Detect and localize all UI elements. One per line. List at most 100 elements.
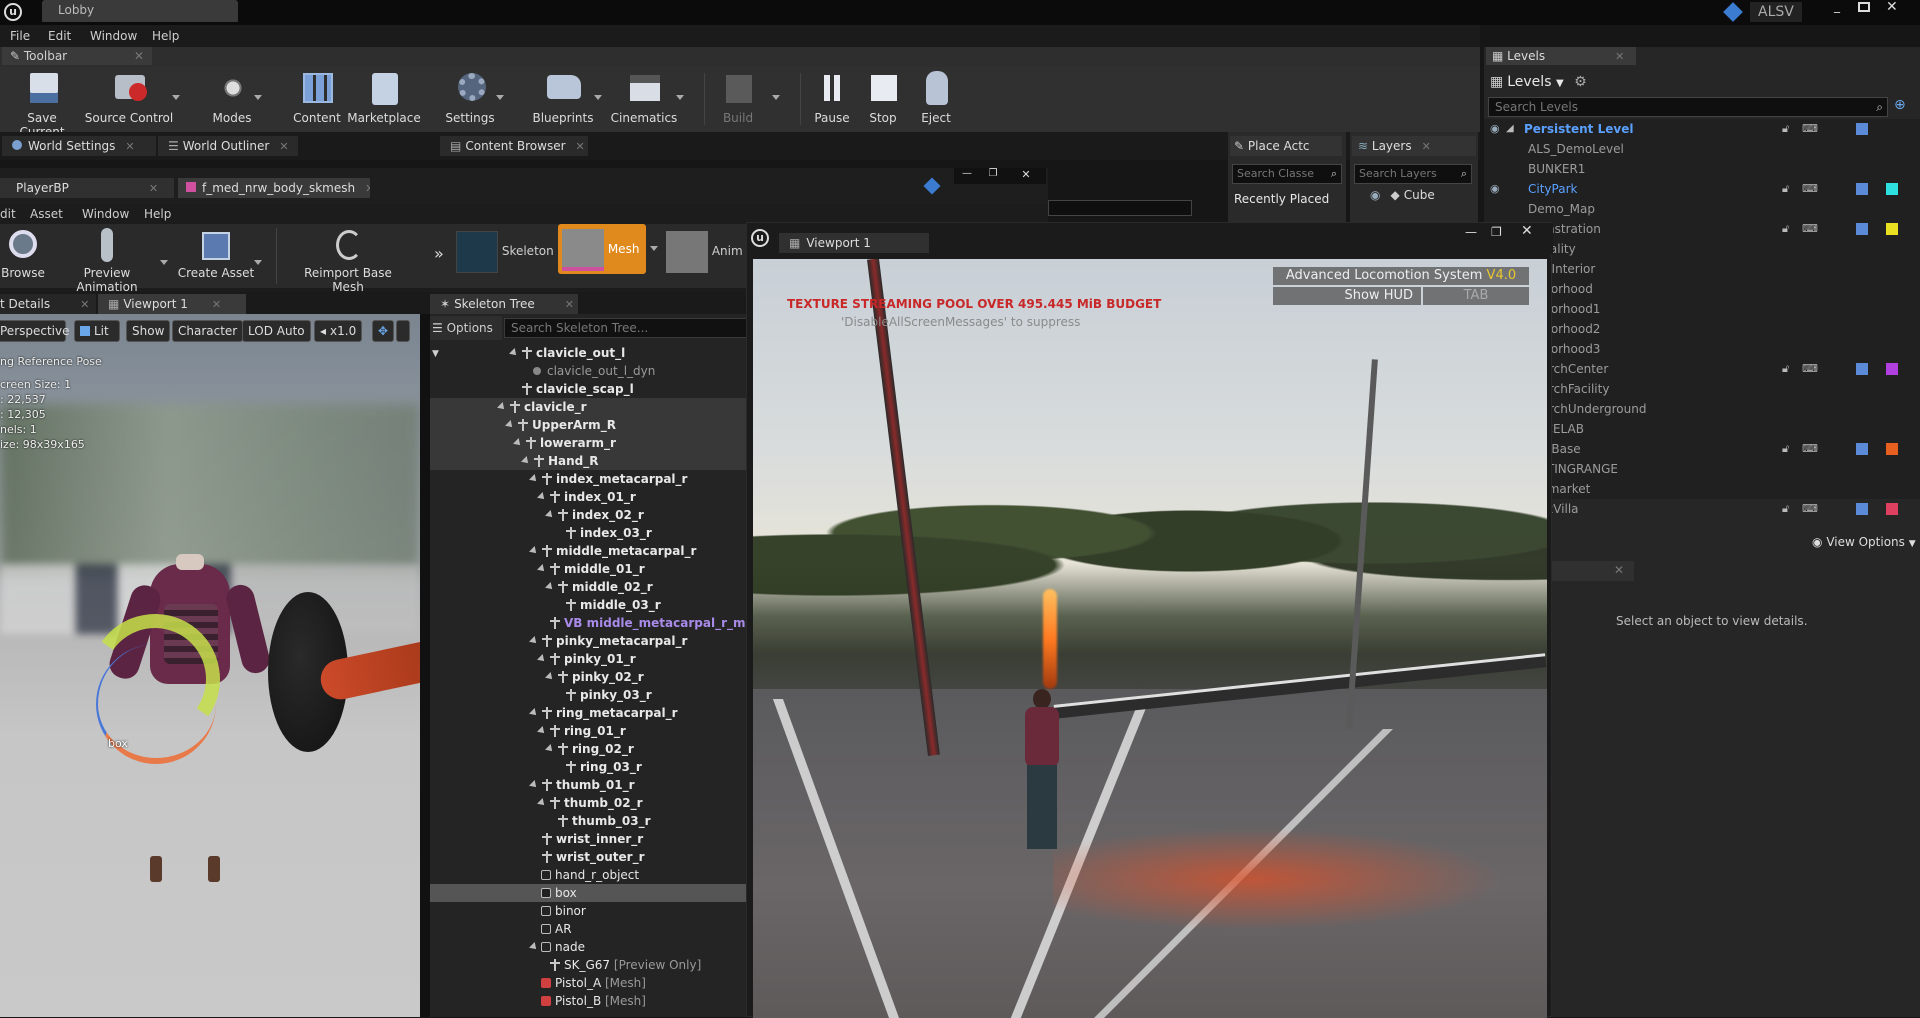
add-level-icon[interactable]: ⊕ — [1894, 97, 1906, 113]
level-color-swatch[interactable] — [1886, 443, 1898, 455]
view-options-button[interactable]: ◉ View Options ▼ — [1812, 535, 1916, 549]
tab-levels[interactable]: ▦ Levels ✕ — [1486, 47, 1636, 65]
skeleton-row[interactable]: nade — [430, 938, 746, 956]
close-icon[interactable]: ✕ — [1422, 140, 1431, 153]
close-icon[interactable]: ✕ — [80, 298, 89, 311]
gamepad-icon[interactable]: ⌨ — [1802, 219, 1818, 239]
skeleton-row[interactable]: index_03_r — [430, 524, 746, 542]
close-icon[interactable]: ✕ — [576, 140, 585, 153]
window-tab[interactable]: Lobby — [42, 0, 238, 22]
skeleton-row[interactable]: pinky_metacarpal_r — [430, 632, 746, 650]
perspective-button[interactable]: Perspective — [0, 320, 70, 342]
close-icon[interactable]: ✕ — [279, 140, 288, 153]
skeleton-row[interactable]: binor — [430, 902, 746, 920]
stop-button[interactable]: Stop — [858, 67, 908, 125]
skeleton-row[interactable]: clavicle_out_l — [430, 344, 746, 362]
panel-splitter[interactable] — [420, 314, 430, 1017]
skeleton-row[interactable]: SK_G67 [Preview Only] — [430, 956, 746, 974]
menu-window[interactable]: Window — [90, 29, 137, 43]
modes-dropdown[interactable] — [254, 95, 262, 100]
level-row[interactable]: ◉ ◢ Persistent Level 🔓︎ ⌨ — [1484, 119, 1920, 139]
recently-placed-label[interactable]: Recently Placed — [1234, 192, 1329, 206]
levels-search[interactable]: Search Levels ⌕ — [1488, 97, 1888, 117]
skeleton-row[interactable]: thumb_03_r — [430, 812, 746, 830]
marketplace-button[interactable]: Marketplace — [346, 67, 422, 125]
build-button[interactable]: Build — [710, 67, 766, 125]
maximize-button[interactable]: ❐ — [1491, 225, 1502, 239]
gamepad-icon[interactable]: ⌨ — [1802, 359, 1818, 379]
save-icon[interactable] — [1856, 503, 1868, 515]
create-asset-dropdown[interactable] — [254, 260, 262, 265]
close-icon[interactable]: ✕ — [365, 182, 370, 195]
eject-button[interactable]: Eject — [910, 67, 962, 125]
skeleton-row[interactable]: clavicle_out_l_dyn — [430, 362, 746, 380]
close-icon[interactable]: ✕ — [212, 298, 221, 311]
build-dropdown[interactable] — [772, 95, 780, 100]
expand-arrow-icon[interactable] — [537, 726, 547, 736]
modes-button[interactable]: Modes — [204, 67, 260, 125]
skeleton-row[interactable]: middle_02_r — [430, 578, 746, 596]
expand-arrow-icon[interactable] — [505, 420, 515, 430]
save-icon[interactable] — [1856, 223, 1868, 235]
level-row[interactable]: BUNKER1 — [1484, 159, 1920, 179]
tab-layers[interactable]: ≋ Layers ✕ — [1352, 136, 1476, 156]
skeleton-row[interactable]: middle_03_r — [430, 596, 746, 614]
minimize-button[interactable]: — — [1465, 225, 1477, 239]
expand-arrow-icon[interactable] — [529, 636, 539, 646]
menu-edit[interactable]: dit — [0, 204, 16, 224]
layer-item-cube[interactable]: ◉ ◆ Cube — [1370, 188, 1435, 202]
level-row[interactable]: ALS_DemoLevel — [1484, 139, 1920, 159]
save-icon[interactable] — [1856, 123, 1868, 135]
tab-details[interactable]: t Details ✕ — [0, 294, 96, 314]
place-actors-search[interactable]: Search Classe ⌕ — [1232, 164, 1342, 184]
gamepad-icon[interactable]: ⌨ — [1802, 179, 1818, 199]
close-button[interactable]: ✕ — [1521, 223, 1533, 239]
skeleton-row[interactable]: thumb_01_r — [430, 776, 746, 794]
toolbar-tab[interactable]: ✎ Toolbar ✕ — [2, 47, 152, 65]
playback-speed-button[interactable]: ◂ x1.0 — [314, 320, 363, 342]
skeleton-row[interactable]: AR — [430, 920, 746, 938]
levels-summon-icon[interactable]: ⚙ — [1574, 74, 1587, 90]
skeleton-row-selected[interactable]: box — [430, 884, 746, 902]
expand-arrow-icon[interactable] — [537, 798, 547, 808]
tab-world-outliner[interactable]: ☰ World Outliner ✕ — [158, 136, 298, 156]
level-row[interactable]: ◉ CityPark 🔓︎ ⌨ — [1484, 179, 1920, 199]
save-icon[interactable] — [1856, 363, 1868, 375]
skeleton-row[interactable]: pinky_02_r — [430, 668, 746, 686]
settings-dropdown[interactable] — [496, 95, 504, 100]
skeleton-row[interactable]: clavicle_scap_l — [430, 380, 746, 398]
save-current-button[interactable]: Save Current — [4, 67, 80, 139]
menu-edit[interactable]: Edit — [48, 29, 71, 43]
settings-button[interactable]: Settings — [440, 67, 500, 125]
skeleton-row[interactable]: wrist_inner_r — [430, 830, 746, 848]
restore-button[interactable] — [1858, 2, 1870, 12]
expand-chevrons-icon[interactable]: » — [434, 244, 444, 263]
level-color-swatch[interactable] — [1886, 503, 1898, 515]
menu-window[interactable]: Window — [82, 204, 129, 224]
tab-place-actors[interactable]: ✎ Place Actc — [1230, 136, 1342, 156]
level-color-swatch[interactable] — [1886, 363, 1898, 375]
tab-viewport-1[interactable]: ▦ Viewport 1 ✕ — [98, 294, 246, 314]
cinematics-button[interactable]: Cinematics — [610, 67, 678, 125]
tab-player-bp[interactable]: PlayerBP ✕ — [0, 178, 174, 198]
skeleton-row[interactable]: index_01_r — [430, 488, 746, 506]
expand-arrow-icon[interactable] — [537, 492, 547, 502]
lock-icon[interactable]: 🔓︎ — [1782, 439, 1789, 459]
tab-skeletal-mesh[interactable]: f_med_nrw_body_skmesh ✕ — [178, 178, 370, 198]
content-browser-search-remnant[interactable] — [1048, 200, 1192, 216]
skeleton-row[interactable]: lowerarm_r — [430, 434, 746, 452]
content-button[interactable]: Content — [290, 67, 344, 125]
expand-arrow-icon[interactable] — [513, 438, 523, 448]
transform-mode-button[interactable]: ✥ — [372, 320, 394, 342]
blueprints-button[interactable]: Blueprints — [530, 67, 596, 125]
expand-arrow-icon[interactable] — [545, 582, 555, 592]
skeleton-row[interactable]: Pistol_B [Mesh] — [430, 992, 746, 1010]
lit-button[interactable]: Lit — [74, 320, 120, 342]
expand-arrow-icon[interactable] — [545, 510, 555, 520]
close-icon[interactable]: ✕ — [565, 298, 574, 311]
close-icon[interactable]: ✕ — [149, 182, 158, 195]
menu-help[interactable]: Help — [144, 204, 171, 224]
character-button[interactable]: Character — [172, 320, 244, 342]
menu-file[interactable]: File — [10, 29, 30, 43]
close-icon[interactable]: ✕ — [1614, 563, 1624, 577]
